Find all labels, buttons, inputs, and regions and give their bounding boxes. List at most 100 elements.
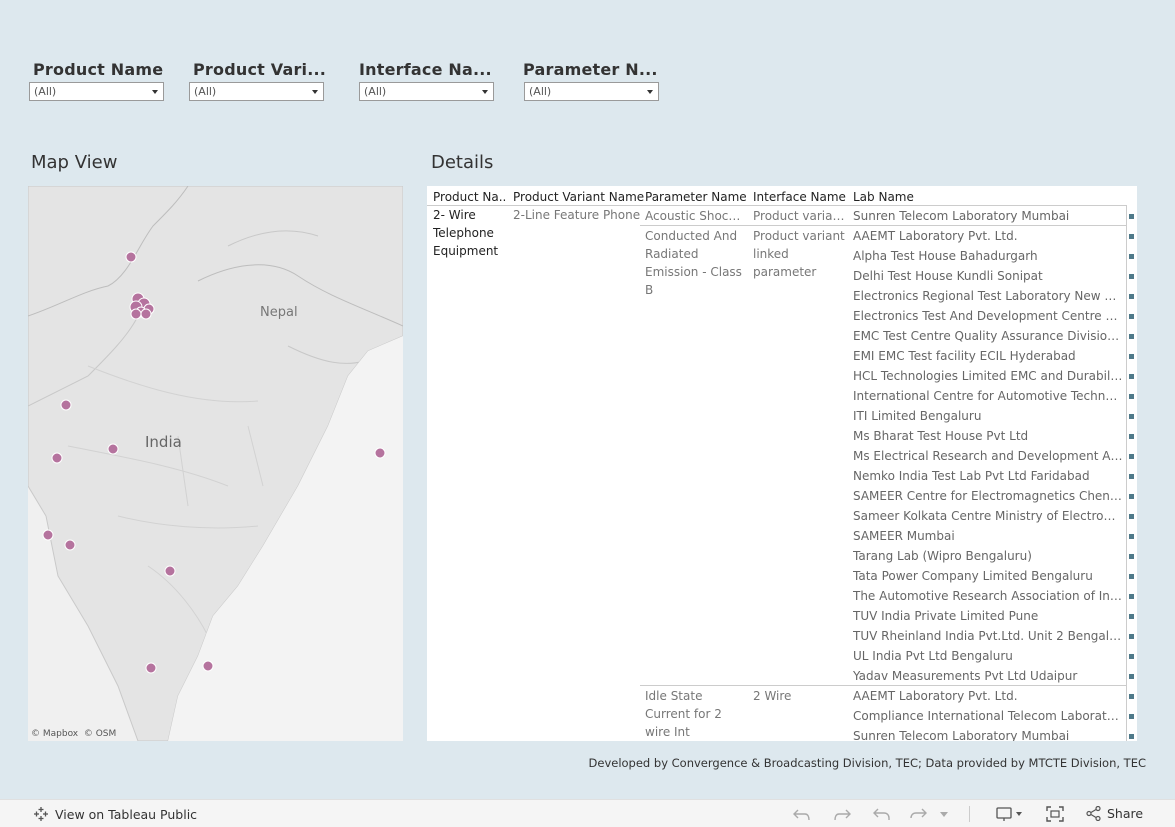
lab-marker	[125, 251, 137, 263]
row-marker[interactable]	[1129, 274, 1134, 279]
group-divider	[640, 685, 1127, 686]
filter-title: Product Vari...	[193, 60, 327, 79]
lab-marker	[164, 565, 176, 577]
column-header[interactable]: Product Na..	[433, 190, 506, 204]
details-title: Details	[431, 152, 494, 173]
lab-name-cell[interactable]: TUV Rheinland India Pvt.Ltd. Unit 2 Beng…	[853, 627, 1123, 645]
mapbox-attribution[interactable]: © Mapbox	[31, 729, 78, 739]
download-icon[interactable]	[996, 806, 1024, 822]
lab-name-cell[interactable]: UL India Pvt Ltd Bengaluru	[853, 647, 1123, 665]
map-canvas	[28, 186, 403, 741]
details-table[interactable]: Product Na.. Product Variant Name Parame…	[427, 186, 1137, 741]
filter-product-variant: Product Vari... (All)	[189, 60, 327, 101]
lab-name-cell[interactable]: EMC Test Centre Quality Assurance Divisi…	[853, 327, 1123, 345]
row-marker[interactable]	[1129, 534, 1134, 539]
lab-name-cell[interactable]: Ms Bharat Test House Pvt Ltd	[853, 427, 1123, 445]
revert-icon[interactable]	[873, 807, 891, 821]
row-marker[interactable]	[1129, 734, 1134, 739]
lab-name-cell[interactable]: Sunren Telecom Laboratory Mumbai	[853, 727, 1123, 741]
osm-attribution[interactable]: © OSM	[84, 729, 116, 739]
column-header[interactable]: Product Variant Name	[513, 190, 644, 204]
lab-name-cell[interactable]: AAEMT Laboratory Pvt. Ltd.	[853, 687, 1123, 705]
credit-text: Developed by Convergence & Broadcasting …	[588, 756, 1146, 770]
dropdown-value: (All)	[364, 85, 387, 98]
row-marker[interactable]	[1129, 554, 1134, 559]
lab-marker	[60, 399, 72, 411]
share-icon	[1086, 806, 1101, 821]
row-marker[interactable]	[1129, 314, 1134, 319]
caret-down-icon	[152, 90, 158, 94]
variant-name-cell: 2-Line Feature Phone	[513, 208, 641, 222]
row-marker[interactable]	[1129, 474, 1134, 479]
lab-name-cell[interactable]: AAEMT Laboratory Pvt. Ltd.	[853, 227, 1123, 245]
lab-name-cell[interactable]: International Centre for Automotive Tech…	[853, 387, 1123, 405]
lab-name-cell[interactable]: Tata Power Company Limited Bengaluru	[853, 567, 1123, 585]
row-marker[interactable]	[1129, 334, 1134, 339]
lab-name-cell[interactable]: Electronics Regional Test Laboratory New…	[853, 287, 1123, 305]
lab-name-cell[interactable]: Nemko India Test Lab Pvt Ltd Faridabad	[853, 467, 1123, 485]
row-marker[interactable]	[1129, 414, 1134, 419]
lab-name-cell[interactable]: Tarang Lab (Wipro Bengaluru)	[853, 547, 1123, 565]
lab-name-cell[interactable]: Alpha Test House Bahadurgarh	[853, 247, 1123, 265]
fullscreen-icon[interactable]	[1046, 806, 1064, 822]
row-marker[interactable]	[1129, 374, 1134, 379]
lab-name-cell[interactable]: Compliance International Telecom Laborat…	[853, 707, 1123, 725]
lab-marker	[107, 443, 119, 455]
view-on-tableau-link[interactable]: View on Tableau Public	[33, 806, 197, 822]
row-marker[interactable]	[1129, 214, 1134, 219]
refresh-icon[interactable]	[909, 807, 931, 821]
row-marker[interactable]	[1129, 454, 1134, 459]
redo-icon[interactable]	[833, 807, 851, 821]
row-marker[interactable]	[1129, 654, 1134, 659]
row-marker-column	[1126, 206, 1127, 741]
lab-name-cell[interactable]: Yadav Measurements Pvt Ltd Udaipur	[853, 667, 1123, 685]
lab-name-cell[interactable]: Sameer Kolkata Centre Ministry of Electr…	[853, 507, 1123, 525]
row-marker[interactable]	[1129, 434, 1134, 439]
row-marker[interactable]	[1129, 694, 1134, 699]
lab-marker	[140, 308, 152, 320]
row-marker[interactable]	[1129, 714, 1134, 719]
parameter-name-dropdown[interactable]: (All)	[524, 82, 659, 101]
row-marker[interactable]	[1129, 574, 1134, 579]
row-marker[interactable]	[1129, 394, 1134, 399]
tableau-logo-icon	[34, 807, 48, 821]
row-marker[interactable]	[1129, 674, 1134, 679]
lab-name-cell[interactable]: HCL Technologies Limited EMC and Durabil…	[853, 367, 1123, 385]
lab-name-cell[interactable]: The Automotive Research Association of I…	[853, 587, 1123, 605]
map-view[interactable]: Nepal India © Mapbox © OSM	[28, 186, 403, 741]
filter-product-name: Product Name (All)	[29, 60, 164, 101]
row-marker[interactable]	[1129, 494, 1134, 499]
row-marker[interactable]	[1129, 254, 1134, 259]
lab-name-cell[interactable]: TUV India Private Limited Pune	[853, 607, 1123, 625]
lab-name-cell[interactable]: SAMEER Centre for Electromagnetics Chenn…	[853, 487, 1123, 505]
lab-name-cell[interactable]: Sunren Telecom Laboratory Mumbai	[853, 207, 1123, 225]
product-variant-dropdown[interactable]: (All)	[189, 82, 324, 101]
lab-name-cell[interactable]: Delhi Test House Kundli Sonipat	[853, 267, 1123, 285]
lab-name-cell[interactable]: ITI Limited Bengaluru	[853, 407, 1123, 425]
row-marker[interactable]	[1129, 234, 1134, 239]
lab-name-cell[interactable]: Electronics Test And Development Centre …	[853, 307, 1123, 325]
row-marker[interactable]	[1129, 354, 1134, 359]
row-marker[interactable]	[1129, 634, 1134, 639]
filter-interface-name: Interface Na... (All)	[359, 60, 494, 101]
caret-down-icon	[482, 90, 488, 94]
column-header[interactable]: Lab Name	[853, 190, 914, 204]
column-header[interactable]: Parameter Name	[645, 190, 747, 204]
row-marker[interactable]	[1129, 294, 1134, 299]
share-button[interactable]: Share	[1086, 806, 1143, 821]
lab-marker	[64, 539, 76, 551]
product-name-dropdown[interactable]: (All)	[29, 82, 164, 101]
row-marker[interactable]	[1129, 594, 1134, 599]
undo-icon[interactable]	[793, 807, 811, 821]
lab-name-cell[interactable]: EMI EMC Test facility ECIL Hyderabad	[853, 347, 1123, 365]
row-marker[interactable]	[1129, 614, 1134, 619]
interface-name-cell: 2 Wire	[753, 689, 792, 703]
pause-dropdown-icon[interactable]	[940, 812, 948, 818]
dropdown-value: (All)	[529, 85, 552, 98]
row-marker[interactable]	[1129, 514, 1134, 519]
interface-name-dropdown[interactable]: (All)	[359, 82, 494, 101]
lab-name-cell[interactable]: Ms Electrical Research and Development A…	[853, 447, 1123, 465]
column-header[interactable]: Interface Name	[753, 190, 846, 204]
parameter-name-cell: Acoustic Shock A..	[645, 209, 747, 223]
lab-name-cell[interactable]: SAMEER Mumbai	[853, 527, 1123, 545]
